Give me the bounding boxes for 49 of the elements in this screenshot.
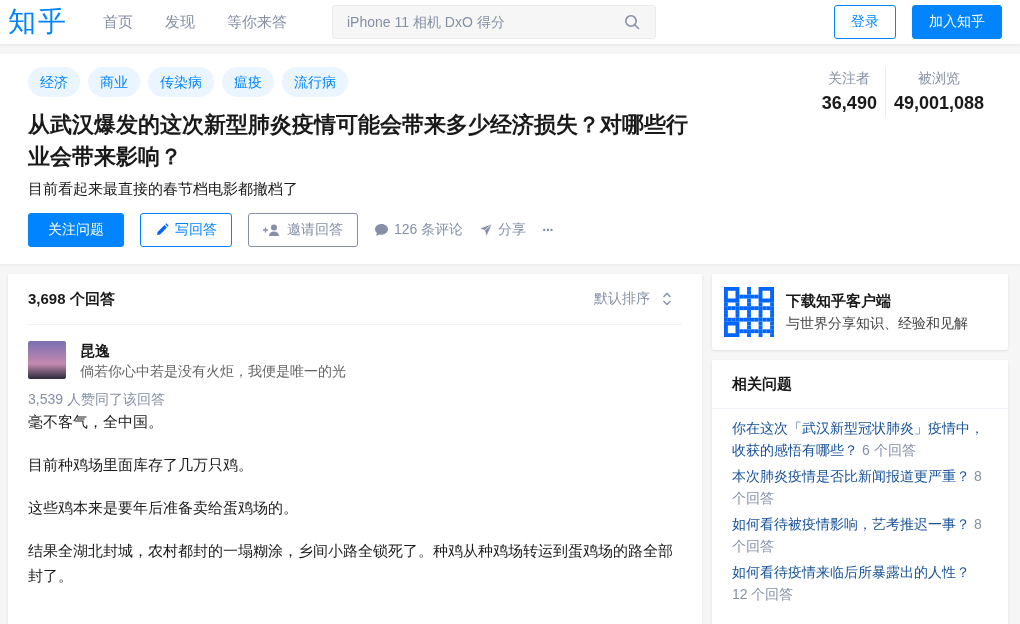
topic-tag[interactable]: 商业 xyxy=(88,67,140,97)
answer-paragraph: 目前种鸡场里面库存了几万只鸡。 xyxy=(28,455,254,475)
topic-tag[interactable]: 传染病 xyxy=(148,67,214,97)
author-bio: 倘若你心中若是没有火炬，我便是唯一的光 xyxy=(80,362,346,381)
related-question[interactable]: 你在这次「武汉新型冠状肺炎」疫情中，收获的感悟有哪些？ 6 个回答 xyxy=(732,417,988,461)
related-question[interactable]: 本次肺炎疫情是否比新闻报道更严重？ 8 个回答 xyxy=(732,465,988,509)
answer-paragraph: 这些鸡本来是要年后准备卖给蛋鸡场的。 xyxy=(28,498,299,518)
add-person-icon xyxy=(263,224,281,236)
qr-code-icon xyxy=(724,287,774,337)
avatar-placeholder[interactable] xyxy=(28,341,66,379)
nav-link[interactable]: 发现 xyxy=(160,12,200,32)
speech-bubble-icon xyxy=(374,223,389,237)
invite-button[interactable]: 邀请回答 xyxy=(248,213,358,247)
stat-value: 36,490 xyxy=(821,92,877,115)
follow-button[interactable]: 关注问题 xyxy=(28,213,124,247)
topic-tag[interactable]: 瘟疫 xyxy=(222,67,274,97)
site-logo[interactable]: 知乎 xyxy=(8,3,68,41)
sort-caret-icon xyxy=(662,292,672,306)
download-card[interactable]: 下载知乎客户端 与世界分享知识、经验和见解 xyxy=(712,274,1008,350)
question-detail: 目前看起来最直接的春节档电影都撤档了 xyxy=(28,179,299,199)
stat-value: 49,001,088 xyxy=(893,92,984,115)
question-title: 从武汉爆发的这次新型肺炎疫情可能会带来多少经济损失？对哪些行业会带来影响？ xyxy=(28,111,689,171)
write-answer-button[interactable]: 写回答 xyxy=(140,213,232,247)
topic-tag[interactable]: 流行病 xyxy=(282,67,348,97)
download-title: 下载知乎客户端 xyxy=(786,291,892,311)
related-title: 相关问题 xyxy=(712,360,1008,409)
download-subtitle: 与世界分享知识、经验和见解 xyxy=(786,314,968,333)
paper-plane-icon xyxy=(479,223,494,237)
share-button[interactable]: 分享 xyxy=(479,221,527,239)
comments-button[interactable]: 126 条评论 xyxy=(374,221,464,239)
related-question[interactable]: 如何看待疫情来临后所暴露出的人性？ 12 个回答 xyxy=(732,561,988,605)
search-field[interactable]: iPhone 11 相机 DxO 得分 xyxy=(332,5,656,39)
more-button[interactable]: ··· xyxy=(542,222,554,238)
author-name[interactable]: 昆逸 xyxy=(80,341,346,361)
stat-label: 被浏览 xyxy=(917,69,960,88)
stat-label: 关注者 xyxy=(828,69,871,88)
answer-paragraph: 毫不客气，全中国。 xyxy=(28,412,164,432)
vote-summary: 3,539 人赞同了该回答 xyxy=(28,390,166,409)
pencil-icon xyxy=(155,223,169,237)
login-button[interactable]: 登录 xyxy=(834,5,896,39)
topic-tag[interactable]: 经济 xyxy=(28,67,80,97)
nav-link[interactable]: 等你来答 xyxy=(222,12,292,32)
join-button[interactable]: 加入知乎 xyxy=(912,5,1002,39)
nav-link[interactable]: 首页 xyxy=(98,12,138,32)
answer-count: 3,698 个回答 xyxy=(28,289,115,309)
sort-dropdown[interactable]: 默认排序 xyxy=(594,290,682,308)
answer-paragraph: 结果全湖北封城，农村都封的一塌糊涂，乡间小路全锁死了。种鸡从种鸡场转运到蛋鸡场的路全部封了。 xyxy=(28,541,674,586)
search-icon[interactable] xyxy=(624,14,640,30)
related-question[interactable]: 如何看待被疫情影响，艺考推迟一事？ 8 个回答 xyxy=(732,513,988,557)
